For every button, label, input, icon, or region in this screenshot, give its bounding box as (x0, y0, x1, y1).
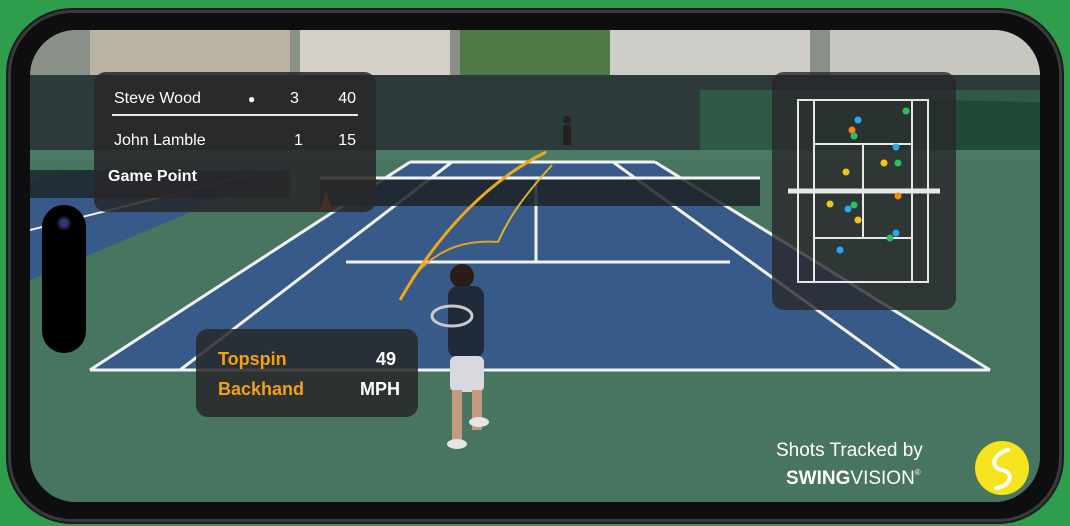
player1-games: 3 (290, 90, 299, 107)
player1-points: 40 (338, 90, 356, 107)
player2-games: 1 (294, 132, 303, 149)
scoreboard-row-player2: John Lamble 1 15 (112, 126, 358, 156)
swingvision-logo-icon (975, 441, 1029, 495)
scoreboard: Steve Wood ● 3 40 John Lamble 1 15 Game … (94, 72, 376, 212)
dynamic-island (42, 205, 86, 353)
speed-unit: MPH (360, 379, 400, 399)
brand-light: VISION (850, 468, 915, 489)
serve-indicator-icon: ● (248, 92, 256, 106)
brand-bold: SWING (786, 468, 851, 489)
game-status: Game Point (108, 168, 197, 185)
player2-points: 15 (338, 132, 356, 149)
swingvision-wordmark: SWINGVISION® (786, 468, 921, 490)
player1-name: Steve Wood (114, 90, 201, 107)
shot-info-panel: Topspin Backhand 49 MPH (196, 329, 418, 417)
player2-name: John Lamble (114, 132, 206, 149)
spin-label: Topspin (218, 349, 287, 369)
camera-icon (56, 215, 72, 231)
minimap-court (788, 99, 940, 283)
scoreboard-divider (112, 114, 358, 116)
video-screen: Steve Wood ● 3 40 John Lamble 1 15 Game … (30, 30, 1040, 502)
shot-placement-minimap (772, 72, 956, 310)
stroke-label: Backhand (218, 379, 305, 399)
tracked-by-text: Shots Tracked by (776, 440, 923, 461)
shot-speed: 49 (375, 349, 396, 369)
scoreboard-row-player1: Steve Wood ● 3 40 (112, 84, 358, 114)
phone-frame: Steve Wood ● 3 40 John Lamble 1 15 Game … (8, 10, 1062, 522)
registered-mark: ® (914, 468, 921, 477)
